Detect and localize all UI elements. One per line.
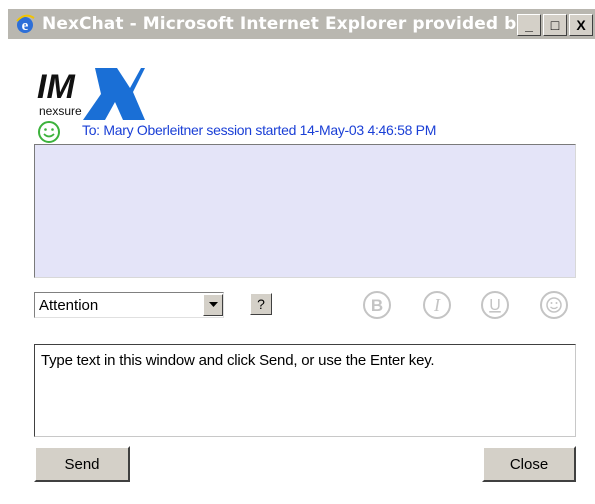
chat-history-pane[interactable] [34,144,576,278]
message-type-field[interactable]: Attention [34,292,224,318]
internet-explorer-icon: e [14,13,36,35]
session-status: To: Mary Oberleitner session started 14-… [82,122,437,138]
close-button[interactable]: Close [482,446,576,482]
svg-text:e: e [22,18,29,34]
help-button[interactable]: ? [250,293,272,315]
window-controls: _ □ X [515,14,593,36]
emoticon-icon[interactable] [538,289,570,321]
message-input-text: Type text in this window and click Send,… [41,352,435,369]
send-button[interactable]: Send [34,446,130,482]
italic-format-label: I [433,295,441,315]
bold-format-icon[interactable]: B [361,289,393,321]
italic-format-icon[interactable]: I [421,289,453,321]
maximize-button[interactable]: □ [543,14,567,36]
imx-nexsure-logo: IM nexsure [35,68,145,120]
title-bar[interactable]: e NexChat - Microsoft Internet Explorer … [8,9,595,39]
svg-text:IM: IM [37,68,75,106]
window-title: NexChat - Microsoft Internet Explorer pr… [42,14,537,34]
message-type-value: Attention [39,296,99,314]
underline-format-icon[interactable]: U [479,289,511,321]
message-type-select[interactable]: Attention [34,292,272,318]
dropdown-arrow-icon[interactable] [203,294,223,316]
bold-format-label: B [371,296,383,315]
nexchat-window: e NexChat - Microsoft Internet Explorer … [0,0,595,504]
minimize-button[interactable]: _ [517,14,541,36]
close-window-button[interactable]: X [569,14,593,36]
message-input[interactable]: Type text in this window and click Send,… [34,344,576,437]
svg-text:nexsure: nexsure [39,104,82,118]
underline-format-label: U [489,297,501,314]
